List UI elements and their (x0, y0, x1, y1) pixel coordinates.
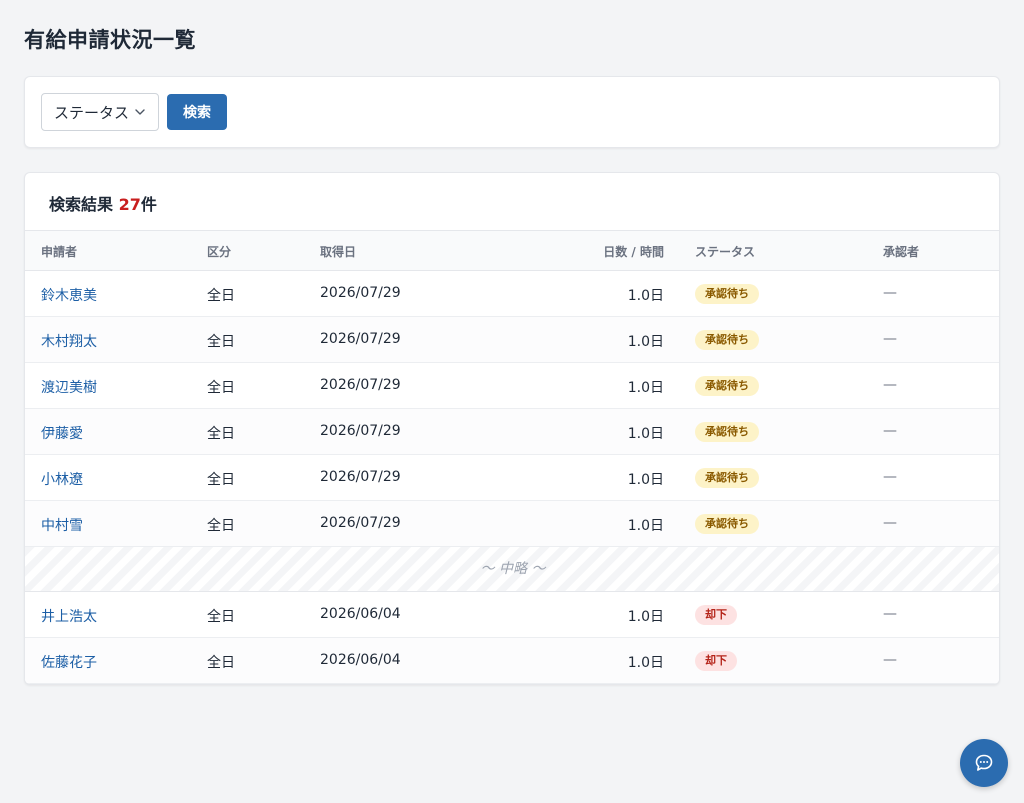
status-badge: 却下 (695, 605, 737, 625)
search-button[interactable]: 検索 (167, 94, 227, 130)
date-cell: 2026/06/04 (320, 606, 401, 622)
column-header-days: 日数 / 時間 (603, 245, 664, 259)
applicant-link[interactable]: 木村翔太 (41, 331, 97, 351)
column-header-category: 区分 (207, 245, 232, 259)
days-cell: 1.0日 (627, 655, 664, 671)
date-cell: 2026/06/04 (320, 652, 401, 668)
status-badge: 承認待ち (695, 284, 759, 304)
category-cell: 全日 (207, 426, 235, 442)
approver-cell: — (883, 606, 897, 622)
date-cell: 2026/07/29 (320, 285, 401, 301)
status-badge: 承認待ち (695, 514, 759, 534)
status-select-label: ステータス (54, 103, 130, 122)
table-row: 中村雪 全日 2026/07/29 1.0日 承認待ち — (25, 501, 999, 547)
applicant-link[interactable]: 中村雪 (41, 515, 83, 535)
column-header-status: ステータス (695, 245, 756, 259)
chat-button[interactable] (960, 739, 1008, 787)
status-badge: 却下 (695, 651, 737, 671)
status-badge: 承認待ち (695, 468, 759, 488)
category-cell: 全日 (207, 518, 235, 534)
results-prefix: 検索結果 (49, 195, 119, 214)
date-cell: 2026/07/29 (320, 423, 401, 439)
category-cell: 全日 (207, 334, 235, 350)
category-cell: 全日 (207, 472, 235, 488)
results-count: 27 (118, 195, 141, 214)
table-row: 井上浩太 全日 2026/06/04 1.0日 却下 — (25, 592, 999, 638)
approver-cell: — (883, 331, 897, 347)
table-row: 佐藤花子 全日 2026/06/04 1.0日 却下 — (25, 638, 999, 684)
column-header-approver: 承認者 (883, 245, 920, 259)
results-panel: 検索結果 27件 申請者 区分 取得日 日数 / 時間 ステータス 承認者 鈴木… (24, 172, 1000, 685)
column-header-applicant: 申請者 (41, 245, 78, 259)
table-header: 申請者 区分 取得日 日数 / 時間 ステータス 承認者 (25, 230, 999, 271)
days-cell: 1.0日 (627, 334, 664, 350)
approver-cell: — (883, 469, 897, 485)
status-badge: 承認待ち (695, 330, 759, 350)
table-row: 渡辺美樹 全日 2026/07/29 1.0日 承認待ち — (25, 363, 999, 409)
status-select[interactable]: ステータス (41, 93, 159, 131)
applicant-link[interactable]: 鈴木恵美 (41, 285, 97, 305)
days-cell: 1.0日 (627, 518, 664, 534)
date-cell: 2026/07/29 (320, 331, 401, 347)
applicant-link[interactable]: 渡辺美樹 (41, 377, 97, 397)
approver-cell: — (883, 285, 897, 301)
results-heading: 検索結果 27件 (49, 191, 157, 215)
status-badge: 承認待ち (695, 376, 759, 396)
page-title: 有給申請状況一覧 (24, 28, 196, 52)
column-header-date: 取得日 (320, 245, 357, 259)
approver-cell: — (883, 423, 897, 439)
applicant-link[interactable]: 小林遼 (41, 469, 83, 489)
results-suffix: 件 (140, 195, 157, 214)
table-row: 小林遼 全日 2026/07/29 1.0日 承認待ち — (25, 455, 999, 501)
category-cell: 全日 (207, 380, 235, 396)
category-cell: 全日 (207, 288, 235, 304)
applicant-link[interactable]: 伊藤愛 (41, 423, 83, 443)
date-cell: 2026/07/29 (320, 515, 401, 531)
days-cell: 1.0日 (627, 288, 664, 304)
category-cell: 全日 (207, 609, 235, 625)
chevron-down-icon (135, 109, 145, 115)
table-row: 鈴木恵美 全日 2026/07/29 1.0日 承認待ち — (25, 271, 999, 317)
days-cell: 1.0日 (627, 472, 664, 488)
status-badge: 承認待ち (695, 422, 759, 442)
days-cell: 1.0日 (627, 380, 664, 396)
approver-cell: — (883, 515, 897, 531)
table-row: 伊藤愛 全日 2026/07/29 1.0日 承認待ち — (25, 409, 999, 455)
applicant-link[interactable]: 佐藤花子 (41, 652, 97, 672)
days-cell: 1.0日 (627, 426, 664, 442)
table-row: 木村翔太 全日 2026/07/29 1.0日 承認待ち — (25, 317, 999, 363)
chat-bubble-icon (975, 754, 993, 771)
approver-cell: — (883, 377, 897, 393)
date-cell: 2026/07/29 (320, 469, 401, 485)
days-cell: 1.0日 (627, 609, 664, 625)
applicant-link[interactable]: 井上浩太 (41, 606, 97, 626)
category-cell: 全日 (207, 655, 235, 671)
approver-cell: — (883, 652, 897, 668)
omitted-rows-divider: 〜 中略 〜 (25, 547, 999, 592)
date-cell: 2026/07/29 (320, 377, 401, 393)
filter-panel: ステータス 検索 (24, 76, 1000, 148)
